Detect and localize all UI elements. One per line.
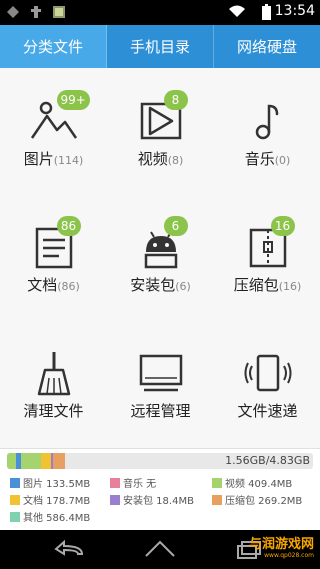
music-label: 音乐 bbox=[244, 150, 275, 168]
category-videos[interactable]: 8 视频(8) bbox=[107, 68, 214, 194]
archives-label: 压缩包 bbox=[233, 276, 279, 294]
legend-apks: 安装包 18.4MB bbox=[110, 492, 194, 507]
legend-archives: 压缩包 269.2MB bbox=[212, 492, 302, 507]
android-debug-icon bbox=[7, 6, 19, 18]
usb-icon bbox=[31, 6, 41, 18]
bar-segment-documents bbox=[41, 453, 51, 469]
tool-clean-files[interactable]: 清理文件 bbox=[0, 320, 107, 446]
home-icon[interactable] bbox=[144, 538, 176, 560]
watermark-logo: 与润游戏网 www.qp028.com bbox=[248, 537, 314, 559]
pictures-badge: 99+ bbox=[56, 90, 90, 110]
category-grid: 99+ 图片(114) 8 视频(8) 音乐(0) 86 文档(86) 6 安装… bbox=[0, 68, 320, 448]
legend-documents: 文档 178.7MB bbox=[10, 492, 90, 507]
status-bar: 13:54 bbox=[0, 0, 320, 25]
tab-cloud-drive[interactable]: 网络硬盘 bbox=[214, 25, 320, 68]
bar-segment-videos bbox=[21, 453, 41, 469]
status-time: 13:54 bbox=[274, 3, 315, 19]
legend-music: 音乐 无 bbox=[110, 475, 156, 490]
archives-count: (16) bbox=[278, 280, 302, 293]
videos-label: 视频 bbox=[137, 150, 168, 168]
monitor-icon bbox=[139, 354, 182, 392]
legend-other: 其他 586.4MB bbox=[10, 509, 90, 524]
category-music[interactable]: 音乐(0) bbox=[214, 68, 320, 194]
tab-bar: 分类文件 手机目录 网络硬盘 bbox=[0, 25, 320, 68]
music-count: (0) bbox=[274, 154, 291, 167]
bar-segment-archives bbox=[53, 453, 65, 469]
clean-files-label: 清理文件 bbox=[23, 402, 84, 420]
legend-videos: 视频 409.4MB bbox=[212, 475, 292, 490]
documents-count: (86) bbox=[57, 280, 80, 293]
archives-badge: 16 bbox=[270, 216, 295, 236]
pictures-count: (114) bbox=[53, 154, 84, 167]
file-transfer-label: 文件速递 bbox=[237, 402, 298, 420]
phone-wave-icon bbox=[244, 354, 291, 392]
category-pictures[interactable]: 99+ 图片(114) bbox=[0, 68, 107, 194]
legend-pictures: 图片 133.5MB bbox=[10, 475, 90, 490]
tool-remote-management[interactable]: 远程管理 bbox=[107, 320, 214, 446]
bar-segment-pictures bbox=[7, 453, 16, 469]
back-icon[interactable] bbox=[54, 538, 86, 560]
documents-badge: 86 bbox=[56, 216, 81, 236]
category-archives[interactable]: 16 压缩包(16) bbox=[214, 194, 320, 320]
wifi-icon bbox=[229, 5, 245, 17]
category-documents[interactable]: 86 文档(86) bbox=[0, 194, 107, 320]
tool-file-transfer[interactable]: 文件速递 bbox=[214, 320, 320, 446]
documents-label: 文档 bbox=[27, 276, 58, 294]
category-apks[interactable]: 6 安装包(6) bbox=[107, 194, 214, 320]
tab-phone-directory[interactable]: 手机目录 bbox=[107, 25, 214, 68]
apks-label: 安装包 bbox=[130, 276, 176, 294]
pictures-label: 图片 bbox=[23, 150, 54, 168]
videos-badge: 8 bbox=[163, 90, 188, 110]
videos-count: (8) bbox=[167, 154, 184, 167]
music-note-icon bbox=[255, 104, 278, 140]
remote-management-label: 远程管理 bbox=[130, 402, 191, 420]
tab-category-files[interactable]: 分类文件 bbox=[0, 25, 107, 68]
broom-icon bbox=[37, 352, 70, 396]
storage-summary: 1.56GB/4.83GB 图片 133.5MB 音乐 无 视频 409.4MB… bbox=[0, 448, 320, 531]
apks-count: (6) bbox=[175, 280, 191, 293]
apks-badge: 6 bbox=[163, 216, 188, 236]
app-notification-icon bbox=[53, 6, 65, 18]
storage-total-text: 1.56GB/4.83GB bbox=[225, 454, 310, 467]
battery-icon bbox=[262, 4, 271, 20]
